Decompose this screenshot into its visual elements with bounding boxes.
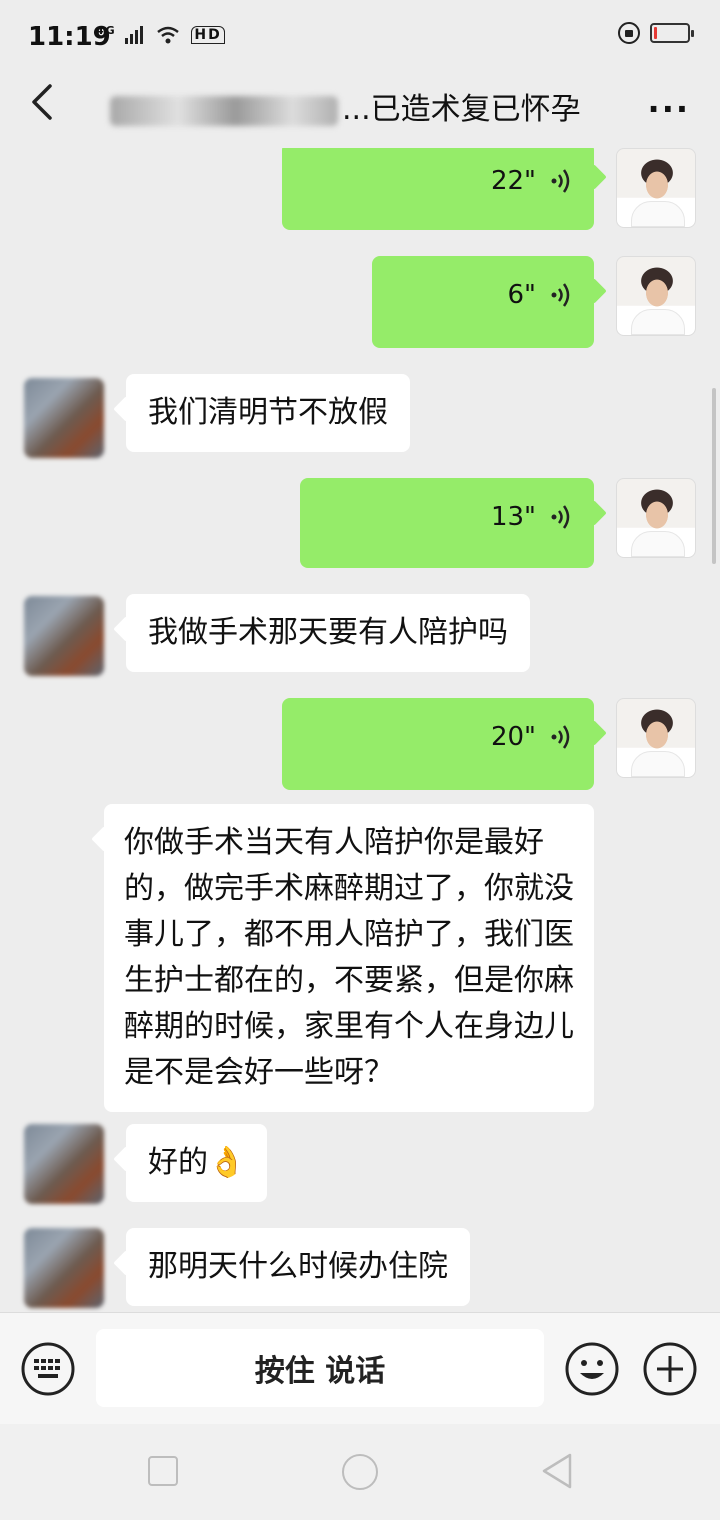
voice-duration: 6" — [507, 280, 536, 310]
chat-title: ...已造术复已怀孕 — [110, 84, 610, 128]
hold-to-talk-button[interactable]: 按住 说话 — [96, 1329, 544, 1407]
patient-avatar[interactable] — [24, 378, 104, 458]
message-in-text: 好的👌 — [0, 1120, 720, 1210]
text-bubble[interactable]: 我做手术那天要有人陪护吗 — [126, 594, 530, 672]
doctor-avatar[interactable] — [616, 478, 696, 558]
voice-icon — [551, 283, 570, 307]
message-in-text-long: 你做手术当天有人陪护你是最好的，做完手术麻醉期过了，你就没事儿了，都不用人陪护了… — [0, 804, 720, 1112]
patient-avatar[interactable] — [24, 1124, 104, 1204]
text-bubble[interactable]: 好的👌 — [126, 1124, 268, 1202]
voice-duration: 13" — [490, 502, 536, 532]
message-in-text: 那明天什么时候办住院 — [0, 1224, 720, 1312]
voice-icon — [551, 505, 570, 529]
text-bubble[interactable]: 我们清明节不放假 — [126, 374, 410, 452]
nav-square-icon[interactable] — [148, 1456, 178, 1486]
doctor-avatar[interactable] — [616, 698, 696, 778]
keyboard-icon[interactable] — [20, 1341, 76, 1397]
emoji-icon[interactable] — [564, 1341, 620, 1397]
plus-icon[interactable] — [642, 1341, 698, 1397]
nav-home-icon[interactable] — [342, 1454, 378, 1490]
voice-bubble[interactable]: 20" — [282, 698, 594, 790]
doctor-avatar[interactable] — [616, 256, 696, 336]
input-bar: 按住 说话 — [0, 1312, 720, 1424]
signal-icon — [125, 25, 144, 44]
voice-duration: 20" — [490, 722, 536, 752]
more-icon[interactable]: ··· — [648, 90, 690, 128]
voice-bubble[interactable]: 6" — [372, 256, 594, 348]
signal-icons: 4G HD — [96, 24, 225, 44]
doctor-avatar[interactable] — [616, 148, 696, 228]
nav-back-icon[interactable] — [540, 1452, 574, 1490]
voice-duration: 22" — [490, 166, 536, 196]
patient-avatar[interactable] — [24, 596, 104, 676]
chat-area[interactable]: 22" 6" 我们清明节不放假 13" 我做手术那天要有人陪护吗 20" 你做手… — [0, 148, 720, 1312]
message-out-voice: 20" — [0, 698, 720, 790]
status-bar: 11:19 4G HD — [0, 0, 720, 72]
network-label: 4G — [96, 24, 117, 37]
patient-avatar[interactable] — [24, 1228, 104, 1308]
blurred-name — [110, 95, 338, 126]
scrollbar[interactable] — [712, 388, 716, 564]
battery-fill — [654, 27, 657, 39]
system-nav-bar — [0, 1424, 720, 1520]
battery-icon — [650, 23, 694, 43]
chat-header: ...已造术复已怀孕 ··· — [0, 72, 720, 148]
voice-icon — [551, 169, 570, 193]
message-in-text: 我做手术那天要有人陪护吗 — [0, 590, 720, 680]
back-icon[interactable] — [24, 80, 64, 124]
voice-icon — [551, 725, 570, 749]
text-bubble[interactable]: 那明天什么时候办住院 — [126, 1228, 470, 1306]
chat-title-text: ...已造术复已怀孕 — [342, 92, 581, 127]
message-in-text: 我们清明节不放假 — [0, 370, 720, 460]
status-right — [618, 22, 694, 44]
rotation-lock-icon — [618, 22, 640, 44]
hd-label: HD — [191, 26, 225, 44]
voice-bubble[interactable]: 22" — [282, 148, 594, 230]
voice-bubble[interactable]: 13" — [300, 478, 594, 568]
message-out-voice: 6" — [0, 256, 720, 348]
message-out-voice: 13" — [0, 478, 720, 568]
wifi-icon — [157, 26, 179, 43]
text-bubble[interactable]: 你做手术当天有人陪护你是最好的，做完手术麻醉期过了，你就没事儿了，都不用人陪护了… — [104, 804, 594, 1112]
message-out-voice: 22" — [0, 148, 720, 238]
